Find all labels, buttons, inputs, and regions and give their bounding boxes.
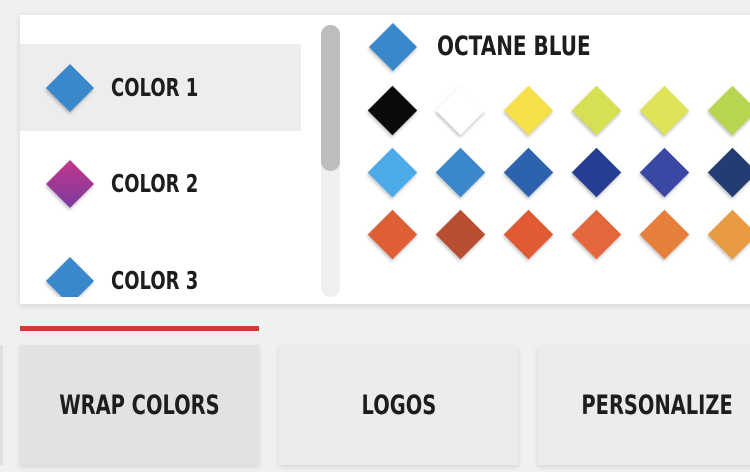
diamond-swatch-icon [639, 209, 689, 259]
color-slot-3-swatch [45, 256, 95, 297]
diamond-swatch-icon [435, 85, 485, 135]
color-palette-area: OCTANE BLUE [360, 15, 750, 285]
diamond-swatch-icon [367, 147, 417, 197]
palette-swatch[interactable] [503, 147, 553, 197]
palette-swatch[interactable] [707, 147, 750, 197]
palette-swatch[interactable] [707, 85, 750, 135]
color-palette-grid [360, 83, 750, 285]
tab-strip-edge [0, 345, 3, 465]
configurator-screen: COLOR 1 COLOR 2 COLOR 3 OCTANE BLUE WRAP… [0, 0, 750, 472]
diamond-swatch-icon [639, 85, 689, 135]
palette-swatch[interactable] [435, 85, 485, 135]
color-slot-1[interactable]: COLOR 1 [20, 44, 301, 131]
palette-swatch[interactable] [639, 85, 689, 135]
tab-label: PERSONALIZE [581, 389, 734, 421]
tab-logos[interactable]: LOGOS [279, 345, 518, 465]
diamond-swatch-icon [435, 147, 485, 197]
diamond-swatch-icon [503, 147, 553, 197]
color-slot-1-swatch [45, 63, 95, 112]
tab-label: LOGOS [361, 389, 436, 421]
color-slot-label: COLOR 1 [111, 73, 199, 102]
color-slot-2[interactable]: COLOR 2 [20, 140, 301, 227]
color-list-scrollbar[interactable] [321, 25, 340, 297]
palette-swatch[interactable] [367, 209, 417, 259]
diamond-swatch-icon [503, 85, 553, 135]
palette-swatch[interactable] [503, 85, 553, 135]
palette-swatch[interactable] [707, 209, 750, 259]
palette-swatch[interactable] [571, 209, 621, 259]
tab-wrap-colors[interactable]: WRAP COLORS [20, 345, 259, 465]
color-slot-3[interactable]: COLOR 3 [20, 237, 301, 297]
diamond-swatch-icon [367, 85, 417, 135]
color-slot-label: COLOR 3 [111, 266, 199, 295]
palette-swatch[interactable] [503, 209, 553, 259]
diamond-swatch-icon [571, 147, 621, 197]
palette-swatch[interactable] [435, 209, 485, 259]
current-color-name: OCTANE BLUE [437, 31, 591, 62]
color-slot-2-swatch [45, 159, 95, 208]
diamond-swatch-icon [571, 85, 621, 135]
scrollbar-thumb[interactable] [321, 25, 340, 171]
palette-swatch[interactable] [435, 147, 485, 197]
current-color-swatch [368, 22, 418, 72]
tab-label: WRAP COLORS [59, 389, 220, 421]
palette-swatch[interactable] [571, 147, 621, 197]
diamond-swatch-icon [503, 209, 553, 259]
palette-swatch[interactable] [639, 147, 689, 197]
color-slot-label: COLOR 2 [111, 169, 199, 198]
palette-swatch[interactable] [367, 85, 417, 135]
tab-personalize[interactable]: PERSONALIZE [538, 345, 750, 465]
palette-swatch[interactable] [367, 147, 417, 197]
diamond-swatch-icon [707, 85, 750, 135]
active-tab-indicator [20, 326, 259, 331]
color-picker-panel: COLOR 1 COLOR 2 COLOR 3 OCTANE BLUE [20, 15, 750, 304]
diamond-swatch-icon [435, 209, 485, 259]
diamond-swatch-icon [571, 209, 621, 259]
color-slot-list: COLOR 1 COLOR 2 COLOR 3 [20, 15, 320, 297]
diamond-swatch-icon [368, 22, 418, 72]
diamond-swatch-icon [45, 159, 95, 208]
diamond-swatch-icon [45, 256, 95, 297]
diamond-swatch-icon [707, 147, 750, 197]
diamond-swatch-icon [45, 63, 95, 112]
diamond-swatch-icon [639, 147, 689, 197]
palette-swatch[interactable] [639, 209, 689, 259]
diamond-swatch-icon [707, 209, 750, 259]
diamond-swatch-icon [367, 209, 417, 259]
palette-swatch[interactable] [571, 85, 621, 135]
